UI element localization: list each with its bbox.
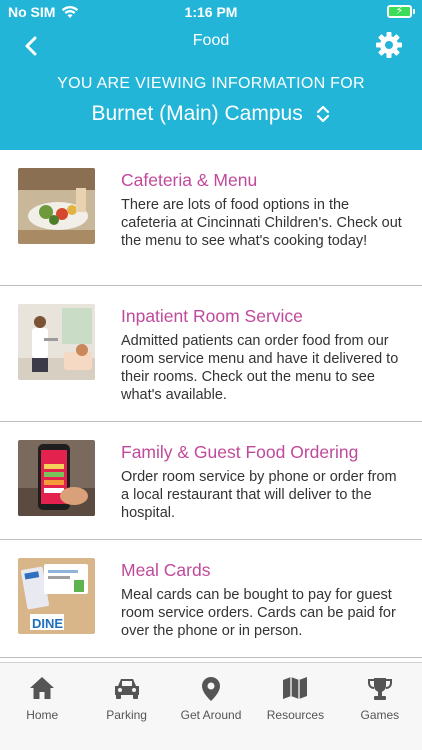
home-icon <box>30 677 55 699</box>
item-description: Order room service by phone or order fro… <box>121 469 397 521</box>
map-icon <box>283 677 308 699</box>
item-title: Meal Cards <box>121 560 211 580</box>
charging-bolt-icon: ⚡ <box>395 5 404 17</box>
tab-label: Games <box>360 708 400 722</box>
tab-label: Resources <box>266 708 325 722</box>
list-item-family-guest-food-ordering[interactable]: Family & Guest Food Ordering Order room … <box>0 422 422 540</box>
viewing-info-label: YOU ARE VIEWING INFORMATION FOR <box>57 75 365 92</box>
battery-icon: ⚡ <box>387 5 415 18</box>
trophy-icon <box>367 678 392 700</box>
food-ordering-thumbnail <box>18 440 95 516</box>
cafeteria-thumbnail <box>18 168 95 244</box>
settings-button[interactable] <box>374 30 404 60</box>
item-title: Cafeteria & Menu <box>121 170 258 190</box>
tab-label: Home <box>26 708 59 722</box>
meal-cards-thumbnail: DINE <box>18 558 95 634</box>
location-pin-icon <box>202 677 221 701</box>
tab-label: Get Around <box>180 708 242 722</box>
item-description: Admitted patients can order food from ou… <box>121 333 399 403</box>
gear-icon <box>376 32 402 58</box>
chevron-up-down-icon <box>316 106 329 123</box>
item-title: Family & Guest Food Ordering <box>121 442 359 462</box>
status-bar: No SIM 1:16 PM ⚡ <box>0 0 422 24</box>
tab-home[interactable]: Home <box>0 663 84 750</box>
item-title: Inpatient Room Service <box>121 306 303 326</box>
tab-parking[interactable]: Parking <box>84 663 168 750</box>
room-service-thumbnail <box>18 304 95 380</box>
tab-label: Parking <box>106 708 147 722</box>
page-title: Food <box>192 32 230 49</box>
campus-name: Burnet (Main) Campus <box>91 102 303 125</box>
item-description: Meal cards can be bought to pay for gues… <box>121 587 396 639</box>
dine-logo: DINE <box>32 616 63 631</box>
tab-get-around[interactable]: Get Around <box>169 663 253 750</box>
list-item-inpatient-room-service[interactable]: Inpatient Room Service Admitted patients… <box>0 286 422 422</box>
header: No SIM 1:16 PM ⚡ Food YOU ARE VIEWING IN… <box>0 0 422 150</box>
nav-bar: Food <box>0 26 422 62</box>
campus-selector[interactable]: Burnet (Main) Campus <box>0 102 422 126</box>
tab-resources[interactable]: Resources <box>253 663 337 750</box>
car-icon <box>114 679 139 699</box>
item-description: There are lots of food options in the ca… <box>121 197 402 249</box>
tab-games[interactable]: Games <box>338 663 422 750</box>
status-time: 1:16 PM <box>184 4 238 20</box>
tab-bar: Home Parking Get Around Resources Games <box>0 662 422 750</box>
list-item-meal-cards[interactable]: DINE Meal Cards Meal cards can be bought… <box>0 540 422 658</box>
list-item-cafeteria[interactable]: Cafeteria & Menu There are lots of food … <box>0 150 422 286</box>
